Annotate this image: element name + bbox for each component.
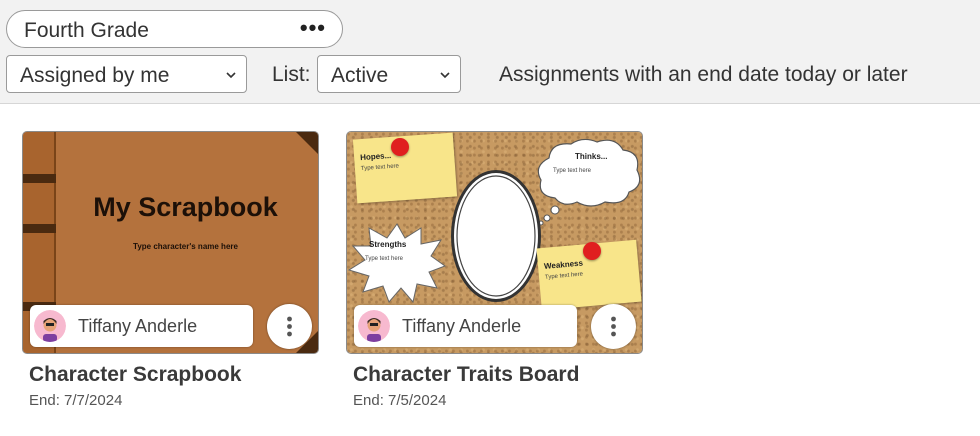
corner-decoration <box>296 132 318 154</box>
owner-chip: Tiffany Anderle <box>354 305 577 347</box>
owner-name: Tiffany Anderle <box>402 316 522 336</box>
thinks-label: Thinks... <box>575 152 608 161</box>
pushpin <box>391 138 409 156</box>
strengths-label: Strengths <box>369 240 407 249</box>
pushpin <box>583 242 601 260</box>
note-text: Type text here <box>360 163 400 173</box>
thinks-text: Type text here <box>553 168 592 174</box>
assignment-thumbnail[interactable]: Hopes... Type text here Thinks... Type t… <box>346 131 643 354</box>
chevron-down-icon <box>440 72 450 79</box>
filter-hint: Assignments with an end date today or la… <box>499 63 908 86</box>
thought-bubble <box>537 138 641 226</box>
assignment-end-date: End: 7/7/2024 <box>29 392 123 409</box>
scrapbook-subtext: Type character's name here <box>133 242 238 251</box>
assigned-filter-value: Assigned by me <box>20 64 170 87</box>
spine-band <box>23 174 56 183</box>
portrait-frame <box>451 170 541 302</box>
assignment-title[interactable]: Character Scrapbook <box>29 363 241 387</box>
starburst-shape <box>347 223 447 304</box>
chevron-down-icon <box>226 72 236 79</box>
list-filter-value: Active <box>331 64 389 87</box>
owner-name: Tiffany Anderle <box>78 316 198 336</box>
note-title: Weakness <box>543 258 584 271</box>
more-options-button[interactable] <box>267 304 312 349</box>
more-vertical-icon <box>611 316 616 337</box>
more-options-button[interactable] <box>591 304 636 349</box>
avatar <box>34 310 66 342</box>
note-text: Type text here <box>544 271 584 281</box>
strengths-text: Type text here <box>365 256 404 262</box>
list-filter-select[interactable]: Active <box>317 55 461 93</box>
assigned-filter-select[interactable]: Assigned by me <box>6 55 247 93</box>
list-label: List: <box>272 63 311 86</box>
class-name: Fourth Grade <box>24 19 149 42</box>
note-title: Hopes... <box>359 150 392 163</box>
filter-bar: Fourth Grade ••• Assigned by me List: Ac… <box>0 0 980 104</box>
assignment-title[interactable]: Character Traits Board <box>353 363 579 387</box>
assignment-end-date: End: 7/5/2024 <box>353 392 447 409</box>
more-vertical-icon <box>287 316 292 337</box>
assignment-thumbnail[interactable]: My Scrapbook Type character's name here … <box>22 131 319 354</box>
more-horizontal-icon[interactable]: ••• <box>300 17 326 39</box>
class-selector[interactable]: Fourth Grade ••• <box>6 10 343 48</box>
avatar <box>358 310 390 342</box>
scrapbook-heading: My Scrapbook <box>93 192 278 222</box>
owner-chip: Tiffany Anderle <box>30 305 253 347</box>
assignment-card[interactable]: My Scrapbook Type character's name here … <box>22 131 319 409</box>
spine-band <box>23 224 56 233</box>
assignment-card[interactable]: Hopes... Type text here Thinks... Type t… <box>346 131 643 409</box>
